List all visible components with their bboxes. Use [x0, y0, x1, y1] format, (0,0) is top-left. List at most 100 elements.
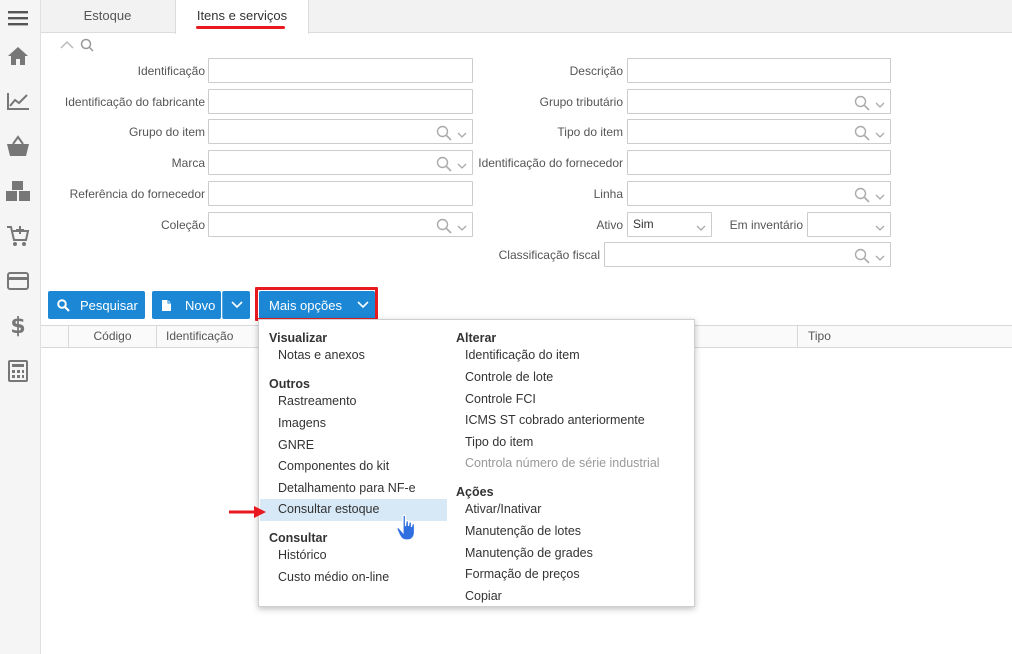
- tab-estoque[interactable]: Estoque: [41, 0, 174, 33]
- label-identificacao-fabricante: Identificação do fabricante: [64, 95, 205, 109]
- search-icon: [57, 298, 70, 312]
- menu-item-controle-lote[interactable]: Controle de lote: [465, 367, 553, 388]
- menu-item-custo-medio[interactable]: Custo médio on-line: [278, 567, 389, 588]
- hand-cursor-icon: [396, 514, 418, 545]
- input-identificacao-fornecedor[interactable]: [627, 150, 891, 175]
- menu-header-visualizar: Visualizar: [269, 331, 328, 345]
- menu-item-controla-numero-serie: Controla número de série industrial: [465, 456, 660, 470]
- label-ativo: Ativo: [596, 218, 623, 232]
- chevron-down-icon[interactable]: [457, 159, 467, 173]
- menu-item-notas-anexos[interactable]: Notas e anexos: [278, 345, 365, 366]
- search-icon[interactable]: [80, 38, 94, 55]
- card-icon[interactable]: [5, 269, 31, 293]
- select-ativo-value: Sim: [633, 217, 654, 231]
- menu-item-copiar[interactable]: Copiar: [465, 586, 502, 607]
- column-identificacao[interactable]: Identificação: [166, 326, 261, 347]
- input-identificacao-fabricante[interactable]: [208, 89, 473, 114]
- menu-item-historico[interactable]: Histórico: [278, 545, 327, 566]
- tab-bar: Estoque Itens e serviços: [41, 0, 1012, 34]
- active-tab-underline: [196, 26, 285, 29]
- search-icon[interactable]: [854, 125, 870, 144]
- search-icon[interactable]: [854, 248, 870, 267]
- chevron-down-icon[interactable]: [875, 190, 885, 204]
- input-grupo-item[interactable]: [208, 119, 473, 144]
- menu-item-imagens[interactable]: Imagens: [278, 413, 326, 434]
- column-tipo[interactable]: Tipo: [808, 326, 888, 347]
- menu-item-consultar-estoque[interactable]: Consultar estoque: [278, 499, 379, 520]
- input-descricao[interactable]: [627, 58, 891, 83]
- chevron-up-icon[interactable]: [60, 39, 74, 53]
- new-button-label: Novo: [185, 297, 216, 313]
- sidebar: $: [0, 0, 41, 654]
- menu-item-formacao-precos[interactable]: Formação de preços: [465, 564, 580, 585]
- dollar-icon[interactable]: $: [5, 314, 31, 339]
- select-ativo[interactable]: Sim: [627, 212, 712, 237]
- label-linha: Linha: [593, 187, 623, 201]
- input-tipo-item[interactable]: [627, 119, 891, 144]
- menu-item-identificacao-item[interactable]: Identificação do item: [465, 345, 580, 366]
- chevron-down-icon[interactable]: [457, 128, 467, 142]
- menu-item-ativar-inativar[interactable]: Ativar/Inativar: [465, 499, 541, 520]
- menu-item-detalhamento-nfe[interactable]: Detalhamento para NF-e: [278, 478, 416, 499]
- basket-icon[interactable]: [5, 134, 31, 158]
- chevron-down-icon: [230, 301, 243, 309]
- menu-header-acoes: Ações: [456, 485, 494, 499]
- new-button[interactable]: Novo: [152, 291, 221, 319]
- new-dropdown-button[interactable]: [222, 291, 250, 319]
- column-codigo[interactable]: Código: [69, 326, 156, 347]
- input-linha[interactable]: [627, 181, 891, 206]
- menu-icon[interactable]: [5, 6, 31, 30]
- chevron-down-icon[interactable]: [696, 221, 706, 235]
- label-descricao: Descrição: [569, 64, 623, 78]
- label-classificacao-fiscal: Classificação fiscal: [498, 248, 600, 262]
- search-button[interactable]: Pesquisar: [48, 291, 145, 319]
- document-icon: [161, 299, 172, 312]
- select-em-inventario[interactable]: [807, 212, 891, 237]
- label-em-inventario: Em inventário: [729, 218, 803, 232]
- home-icon[interactable]: [5, 44, 31, 68]
- menu-header-outros: Outros: [269, 377, 310, 391]
- filter-toolbar: [60, 38, 94, 54]
- menu-item-manutencao-lotes[interactable]: Manutenção de lotes: [465, 521, 581, 542]
- label-referencia-fornecedor: Referência do fornecedor: [69, 187, 205, 201]
- input-referencia-fornecedor[interactable]: [208, 181, 473, 206]
- menu-item-tipo-item[interactable]: Tipo do item: [465, 432, 533, 453]
- menu-item-manutencao-grades[interactable]: Manutenção de grades: [465, 543, 593, 564]
- input-identificacao[interactable]: [208, 58, 473, 83]
- input-grupo-tributario[interactable]: [627, 89, 891, 114]
- input-classificacao-fiscal[interactable]: [604, 242, 891, 267]
- column-separator: [156, 326, 157, 347]
- more-options-menu: Visualizar Notas e anexos Outros Rastrea…: [258, 319, 695, 607]
- cart-add-icon[interactable]: [5, 224, 31, 248]
- chevron-down-icon[interactable]: [875, 251, 885, 265]
- search-icon[interactable]: [854, 187, 870, 206]
- chart-icon[interactable]: [5, 89, 31, 113]
- search-button-label: Pesquisar: [80, 297, 138, 313]
- menu-item-componentes-kit[interactable]: Componentes do kit: [278, 456, 389, 477]
- chevron-down-icon[interactable]: [875, 128, 885, 142]
- chevron-down-icon[interactable]: [457, 221, 467, 235]
- highlight-box: [255, 287, 378, 321]
- search-icon[interactable]: [436, 218, 452, 237]
- label-identificacao-fornecedor: Identificação do fornecedor: [478, 156, 623, 170]
- menu-item-icms-st[interactable]: ICMS ST cobrado anteriormente: [465, 410, 645, 431]
- boxes-icon[interactable]: [5, 179, 31, 203]
- label-identificacao: Identificação: [137, 64, 205, 78]
- label-grupo-item: Grupo do item: [128, 125, 205, 139]
- label-tipo-item: Tipo do item: [557, 125, 623, 139]
- calculator-icon[interactable]: [5, 359, 31, 383]
- menu-item-controle-fci[interactable]: Controle FCI: [465, 389, 536, 410]
- search-icon[interactable]: [436, 156, 452, 175]
- search-icon[interactable]: [854, 95, 870, 114]
- red-arrow-icon: [228, 505, 268, 522]
- input-colecao[interactable]: [208, 212, 473, 237]
- input-marca[interactable]: [208, 150, 473, 175]
- menu-header-alterar: Alterar: [456, 331, 497, 345]
- column-separator: [797, 326, 798, 347]
- chevron-down-icon[interactable]: [875, 221, 885, 235]
- menu-item-gnre[interactable]: GNRE: [278, 435, 314, 456]
- menu-item-rastreamento[interactable]: Rastreamento: [278, 391, 357, 412]
- search-icon[interactable]: [436, 125, 452, 144]
- label-marca: Marca: [171, 156, 205, 170]
- chevron-down-icon[interactable]: [875, 98, 885, 112]
